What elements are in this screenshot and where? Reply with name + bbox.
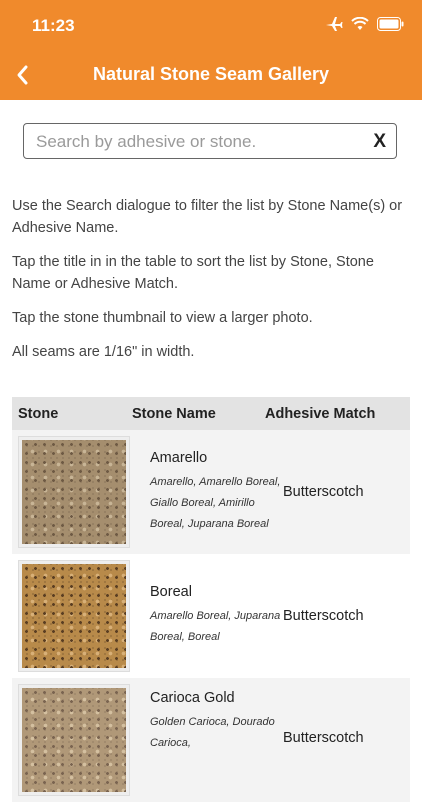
search-box[interactable]: X (23, 123, 397, 159)
sort-by-name-header[interactable]: Stone Name (132, 406, 265, 422)
instruction-text: Tap the title in in the table to sort th… (12, 254, 374, 292)
stone-thumbnail[interactable] (18, 684, 130, 796)
name-cell: Carioca Gold Golden Carioca, Dourado Car… (150, 684, 283, 754)
table-header: Stone Stone Name Adhesive Match (12, 397, 410, 430)
stone-texture (22, 564, 126, 668)
stone-name: Amarello (150, 449, 208, 466)
stone-thumbnail[interactable] (18, 436, 130, 548)
clear-search-button[interactable]: X (373, 131, 386, 153)
thumb-cell (12, 560, 150, 672)
name-cell: Amarello Amarello, Amarello Boreal, Gial… (150, 450, 283, 535)
name-cell: Boreal Amarello Boreal, Juparana Boreal,… (150, 584, 283, 648)
stone-alt-names: Amarello Boreal, Juparana Boreal, Boreal (150, 610, 281, 643)
stone-texture (22, 688, 126, 792)
table-row: Amarello Amarello, Amarello Boreal, Gial… (12, 430, 410, 554)
airplane-icon (325, 16, 343, 37)
nav-bar: Natural Stone Seam Gallery (0, 50, 422, 100)
page-title: Natural Stone Seam Gallery (92, 64, 330, 84)
instruction-text: All seams are 1/16" in width. (12, 344, 195, 360)
stone-alt-names: Amarello, Amarello Boreal, Giallo Boreal… (150, 475, 281, 530)
adhesive-match: Butterscotch (283, 608, 364, 624)
status-bar: 11:23 (0, 0, 422, 50)
adhesive-match: Butterscotch (283, 730, 364, 746)
search-input[interactable] (34, 130, 358, 154)
app-header: 11:23 Natural Stone Seam Gallery (0, 0, 422, 100)
status-icons (325, 16, 404, 37)
stone-name: Boreal (150, 584, 192, 600)
sort-by-adhesive-header[interactable]: Adhesive Match (265, 406, 410, 422)
stone-texture (22, 440, 126, 544)
stone-name: Carioca Gold (150, 690, 235, 706)
status-time: 11:23 (32, 16, 75, 35)
stone-alt-names: Golden Carioca, Dourado Carioca, (150, 716, 275, 749)
table-row: Carioca Gold Golden Carioca, Dourado Car… (12, 678, 410, 802)
instruction-text: Use the Search dialogue to filter the li… (12, 198, 403, 236)
battery-icon (377, 17, 404, 36)
stone-thumbnail[interactable] (18, 560, 130, 672)
thumb-cell (12, 436, 150, 548)
adhesive-match: Butterscotch (283, 484, 364, 500)
thumb-cell (12, 684, 150, 796)
seam-table: Stone Stone Name Adhesive Match Amarello… (12, 397, 410, 802)
table-row: Boreal Amarello Boreal, Juparana Boreal,… (12, 554, 410, 678)
instructions: Use the Search dialogue to filter the li… (12, 195, 410, 375)
wifi-icon (351, 16, 369, 36)
sort-by-stone-header[interactable]: Stone (12, 406, 132, 422)
instruction-text: Tap the stone thumbnail to view a larger… (12, 310, 313, 326)
